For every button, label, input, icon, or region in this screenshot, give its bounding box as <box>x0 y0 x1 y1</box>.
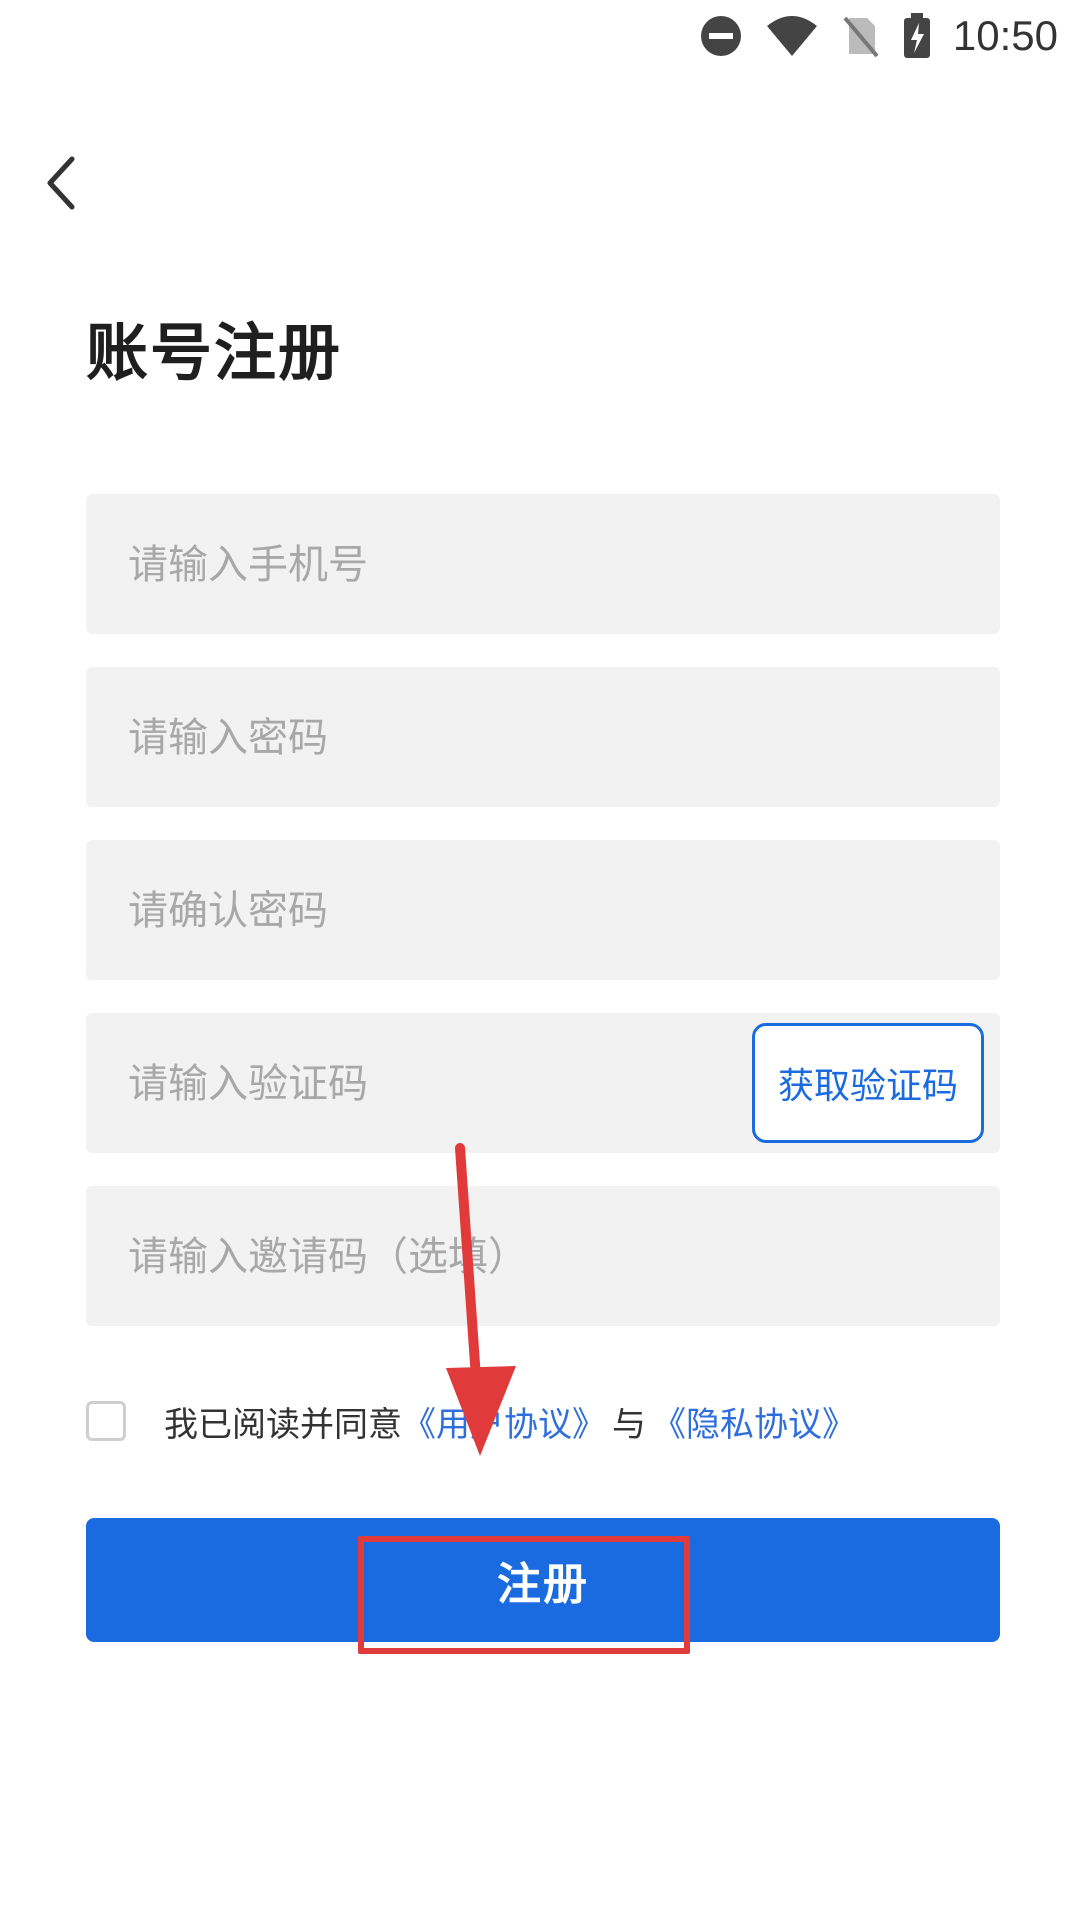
annotation-highlight-box <box>358 1536 690 1654</box>
